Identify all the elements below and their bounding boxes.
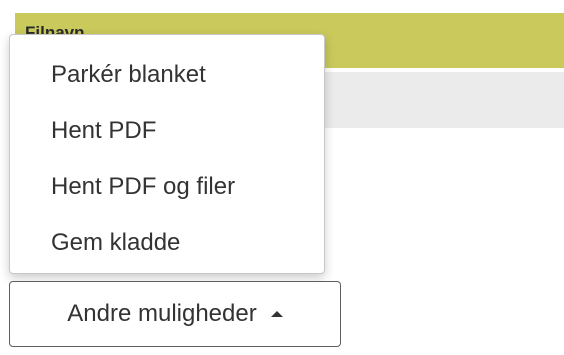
menu-item-save-draft[interactable]: Gem kladde <box>10 215 324 271</box>
menu-item-park-form[interactable]: Parkér blanket <box>10 47 324 103</box>
other-options-menu: Parkér blanket Hent PDF Hent PDF og file… <box>9 34 325 274</box>
other-options-button-label: Andre muligheder <box>67 300 257 327</box>
caret-up-icon <box>270 311 283 317</box>
menu-item-download-pdf-and-files[interactable]: Hent PDF og filer <box>10 159 324 215</box>
menu-item-download-pdf[interactable]: Hent PDF <box>10 103 324 159</box>
other-options-button[interactable]: Andre muligheder <box>9 281 341 347</box>
